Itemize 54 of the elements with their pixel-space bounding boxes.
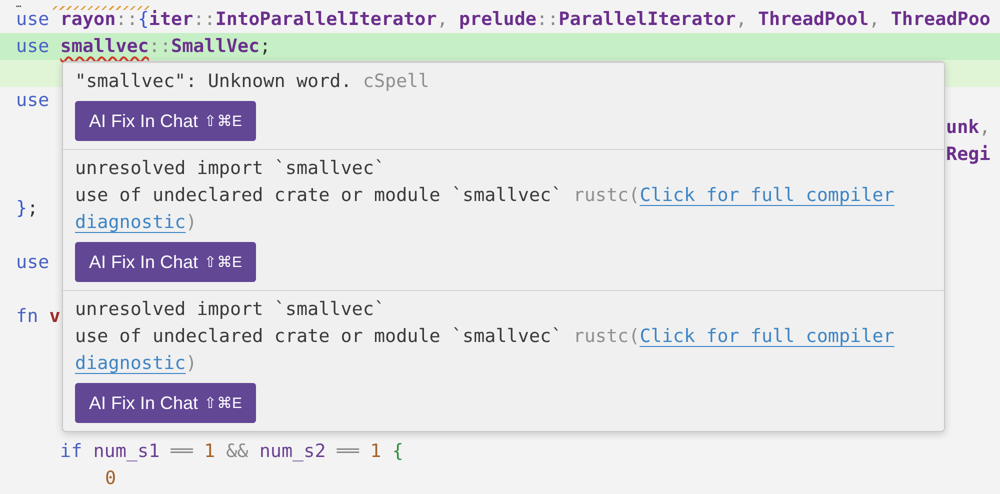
diagnostic-message: unresolved import `smallvec` <box>75 298 386 322</box>
diagnostic-message: diagnostic) <box>75 211 198 235</box>
diagnostic-message: unresolved import `smallvec` <box>75 157 386 181</box>
diagnostic-link[interactable]: Click for full compiler <box>640 326 894 347</box>
punctuation: ══ <box>170 441 194 462</box>
identifier: rayon <box>60 9 116 30</box>
punctuation: :: <box>148 36 172 57</box>
ai-fix-button[interactable]: AI Fix In Chat ⇧⌘E <box>75 101 256 141</box>
identifier: ThreadPool <box>758 9 869 30</box>
diagnostic-message: diagnostic) <box>75 352 198 376</box>
keyword: if <box>60 441 84 462</box>
punctuation: :: <box>536 9 559 30</box>
ai-fix-button[interactable]: AI Fix In Chat ⇧⌘E <box>75 383 256 423</box>
function-name: v <box>49 306 60 327</box>
keyword: use <box>16 36 50 57</box>
identifier: unk <box>946 117 980 138</box>
identifier: SmallVec <box>171 36 260 57</box>
keyword: use <box>16 252 50 273</box>
variable: num_s2 <box>259 441 326 462</box>
identifier: ThreadPoo <box>890 9 990 30</box>
ai-fix-button[interactable]: AI Fix In Chat ⇧⌘E <box>75 242 256 282</box>
brace: } <box>16 198 28 219</box>
punctuation: , <box>736 9 748 30</box>
diagnostic-message: "smallvec": Unknown word. cSpell <box>75 70 430 94</box>
diagnostic-link[interactable]: diagnostic <box>75 212 186 233</box>
identifier: IntoParallelIterator <box>215 9 437 30</box>
diagnostic-message: use of undeclared crate or module `smallvec` rustc(Click for full compiler <box>75 325 896 349</box>
punctuation: ══ <box>336 441 360 462</box>
number-literal: 1 <box>370 441 382 462</box>
identifier: smallvec <box>60 36 149 57</box>
keyword: use <box>16 90 50 111</box>
keyword: fn <box>16 306 40 327</box>
identifier: prelude <box>458 9 536 30</box>
number-literal: 0 <box>105 468 116 489</box>
diagnostic-message: use of undeclared crate or module `smallvec` rustc(Click for full compiler <box>75 184 896 208</box>
identifier: ParallelIterator <box>558 9 736 30</box>
punctuation: , <box>868 9 881 30</box>
brace: { <box>392 441 404 462</box>
code-text: ; <box>260 36 271 57</box>
punctuation: && <box>225 441 250 462</box>
code-text: ; <box>27 198 38 219</box>
keyword: use <box>16 9 50 30</box>
diagnostic-link[interactable]: Click for full compiler <box>640 185 894 206</box>
code-text: … <box>16 0 22 10</box>
identifier: iter <box>148 9 194 30</box>
number-literal: 1 <box>204 441 216 462</box>
variable: num_s1 <box>93 441 160 462</box>
punctuation: :: <box>116 9 138 30</box>
diagnostic-link[interactable]: diagnostic <box>75 353 186 374</box>
punctuation: :: <box>193 9 216 30</box>
identifier: Regi <box>946 144 990 165</box>
punctuation: , <box>436 9 449 30</box>
brace: { <box>138 9 149 30</box>
punctuation: , <box>979 117 990 138</box>
